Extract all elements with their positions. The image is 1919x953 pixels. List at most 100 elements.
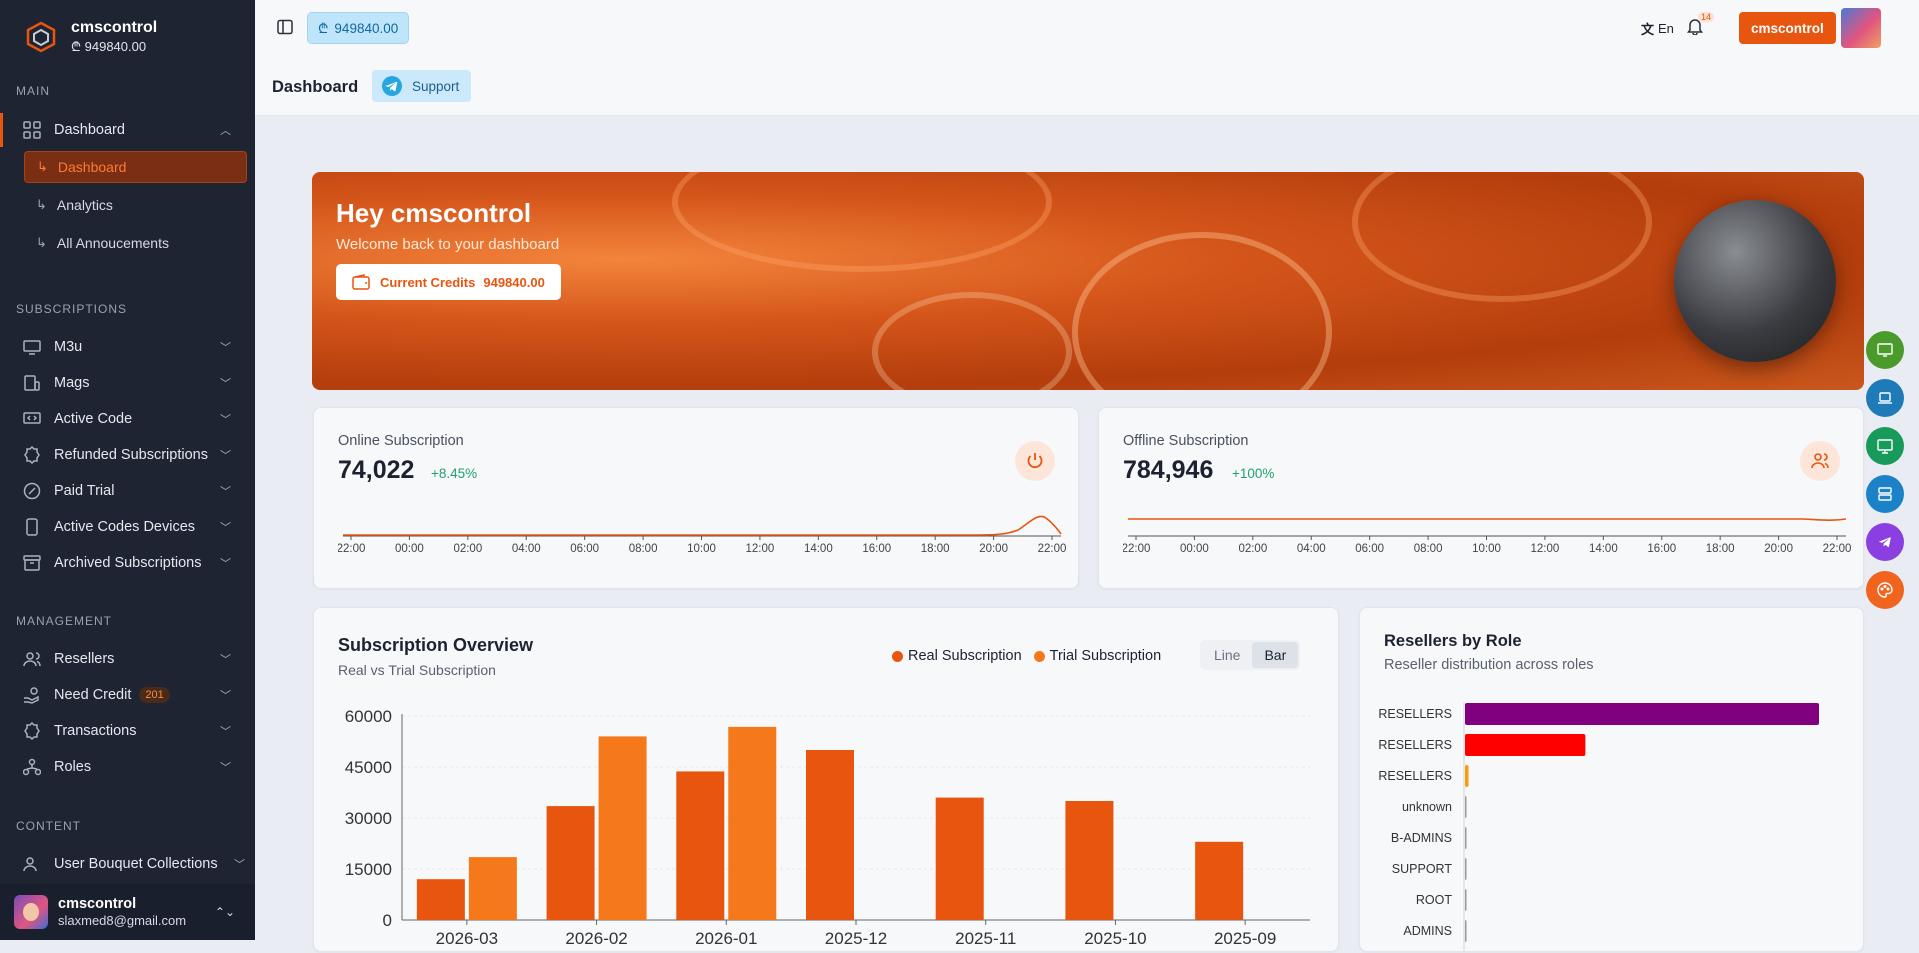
- language-switch[interactable]: 文 En: [1641, 19, 1674, 38]
- bar-trial[interactable]: [598, 736, 647, 920]
- sidebar-item-bouquet[interactable]: User Bouquet Collections ﹀: [0, 847, 255, 881]
- sidebar-item-resellers[interactable]: Resellers ﹀: [0, 642, 255, 676]
- notifications-button[interactable]: 14: [1687, 12, 1715, 40]
- time-tick-label: 12:00: [1531, 543, 1560, 555]
- sidebar-item-refunded[interactable]: Refunded Subscriptions ﹀: [0, 438, 255, 472]
- x-tick-label: 2025-12: [825, 929, 887, 948]
- y-tick-label: 0: [383, 911, 392, 930]
- role-bar[interactable]: [1465, 858, 1467, 880]
- time-tick-label: 18:00: [921, 543, 950, 555]
- sidebar-item-label: Resellers: [54, 651, 115, 667]
- fab-telegram-button[interactable]: [1866, 523, 1904, 561]
- time-tick-label: 16:00: [1647, 543, 1676, 555]
- brand-name: cmscontrol: [71, 19, 158, 36]
- bar-real[interactable]: [806, 750, 854, 920]
- credit-pill[interactable]: ₾ 949840.00: [307, 12, 410, 44]
- sidebar-item-paid-trial[interactable]: Paid Trial ﹀: [0, 474, 255, 508]
- refund-badge-icon: [22, 445, 42, 465]
- sidebar-item-label: User Bouquet Collections: [54, 856, 218, 872]
- fab-laptop-button[interactable]: [1866, 379, 1904, 417]
- server-icon: [1878, 487, 1892, 501]
- bar-real[interactable]: [935, 797, 984, 920]
- dollar-badge-icon: [22, 721, 42, 741]
- x-tick-label: 2025-11: [955, 929, 1016, 948]
- sidebar-item-dashboard[interactable]: Dashboard ︿: [0, 113, 255, 147]
- time-tick-label: 16:00: [862, 543, 891, 555]
- sidebar-item-mags[interactable]: Mags ﹀: [0, 366, 255, 400]
- bar-real[interactable]: [416, 879, 465, 920]
- current-credits-button[interactable]: Current Credits 949840.00: [336, 264, 561, 300]
- overview-chart: 0 15000 30000 45000 60000 2026-03 2026-02 2026-…: [345, 707, 1310, 948]
- topbar-avatar[interactable]: [1841, 8, 1881, 48]
- role-bar[interactable]: [1465, 734, 1586, 756]
- hand-coin-icon: [22, 685, 42, 705]
- roles-chart: RESELLERS RESELLERS RESELLERS unknown B-ADMI…: [1378, 702, 1819, 951]
- fab-screen-button[interactable]: [1866, 331, 1904, 369]
- user-menu[interactable]: cmscontrol slaxmed8@gmail.com ⌃⌄: [0, 884, 255, 940]
- sidebar-item-label: Roles: [54, 759, 92, 775]
- sidebar-item-archived[interactable]: Archived Subscriptions ﹀: [0, 546, 255, 580]
- role-label: B-ADMINS: [1391, 831, 1452, 845]
- telegram-icon: [382, 76, 402, 96]
- time-tick-label: 06:00: [570, 543, 599, 555]
- account-button[interactable]: cmscontrol: [1739, 12, 1836, 44]
- role-bar[interactable]: [1465, 827, 1467, 849]
- time-tick-label: 22:00: [1823, 543, 1851, 555]
- chevron-down-icon: ﹀: [220, 378, 231, 390]
- sidebar-sub-announcements[interactable]: ↳ All Annoucements: [24, 227, 247, 259]
- time-tick-label: 20:00: [1764, 543, 1793, 555]
- role-bar[interactable]: [1465, 765, 1469, 787]
- sidebar-toggle-icon[interactable]: [277, 19, 293, 40]
- banner-swirl: [672, 172, 1052, 272]
- role-bar[interactable]: [1465, 796, 1467, 818]
- time-tick-label: 08:00: [629, 543, 658, 555]
- support-label: Support: [412, 78, 460, 94]
- bar-real[interactable]: [1065, 801, 1114, 920]
- banner-swirl: [1072, 232, 1332, 390]
- bar-real[interactable]: [1195, 841, 1244, 920]
- role-label: ROOT: [1416, 893, 1452, 907]
- role-bar[interactable]: [1465, 889, 1467, 911]
- time-tick-label: 18:00: [1706, 543, 1735, 555]
- role-label: RESELLERS: [1378, 707, 1452, 721]
- brand: cmscontrol ₾ 949840.00: [0, 0, 255, 58]
- sidebar-sub-dashboard[interactable]: ↳ Dashboard: [24, 151, 247, 183]
- laptop-icon: [1878, 392, 1892, 404]
- time-tick-label: 14:00: [804, 543, 833, 555]
- fab-server-button[interactable]: [1866, 475, 1904, 513]
- chevron-up-icon: ︿: [220, 125, 231, 137]
- time-tick-label: 12:00: [746, 543, 775, 555]
- bar-real[interactable]: [676, 771, 725, 920]
- support-button[interactable]: Support: [372, 70, 472, 102]
- sidebar-item-active-codes-devices[interactable]: Active Codes Devices ﹀: [0, 510, 255, 544]
- sidebar-item-label: Paid Trial: [54, 483, 115, 499]
- sidebar-item-label: Need Credit: [54, 687, 132, 703]
- x-tick-label: 2026-01: [695, 929, 757, 948]
- fab-desktop-button[interactable]: [1866, 427, 1904, 465]
- role-bar[interactable]: [1465, 703, 1819, 725]
- sub-label: Dashboard: [57, 159, 127, 175]
- users-icon: [22, 649, 42, 669]
- sidebar-item-m3u[interactable]: M3u ﹀: [0, 330, 255, 364]
- bar-trial[interactable]: [728, 726, 777, 920]
- sparkline-line: [1128, 518, 1847, 521]
- y-tick-label: 15000: [345, 860, 392, 879]
- bar-trial[interactable]: [468, 857, 517, 920]
- sub-label: Analytics: [56, 197, 113, 213]
- time-tick-label: 02:00: [453, 543, 482, 555]
- sidebar-item-need-credit[interactable]: Need Credit 201 ﹀: [0, 678, 255, 712]
- bar-real[interactable]: [546, 806, 595, 920]
- x-tick-label: 2025-09: [1214, 929, 1276, 948]
- fab-palette-button[interactable]: [1866, 571, 1904, 609]
- sidebar-item-transactions[interactable]: Transactions ﹀: [0, 714, 255, 748]
- chevron-down-icon: ﹀: [220, 558, 231, 570]
- card-title: Offline Subscription: [1123, 433, 1249, 449]
- time-tick-label: 08:00: [1414, 543, 1443, 555]
- sidebar-item-roles[interactable]: Roles ﹀: [0, 750, 255, 784]
- section-content: Content: [16, 819, 81, 833]
- sidebar-item-active-code[interactable]: Active Code ﹀: [0, 402, 255, 436]
- role-bar[interactable]: [1465, 920, 1467, 942]
- card-title: Online Subscription: [338, 433, 464, 449]
- time-tick-label: 04:00: [1297, 543, 1326, 555]
- sidebar-sub-analytics[interactable]: ↳ Analytics: [24, 189, 247, 221]
